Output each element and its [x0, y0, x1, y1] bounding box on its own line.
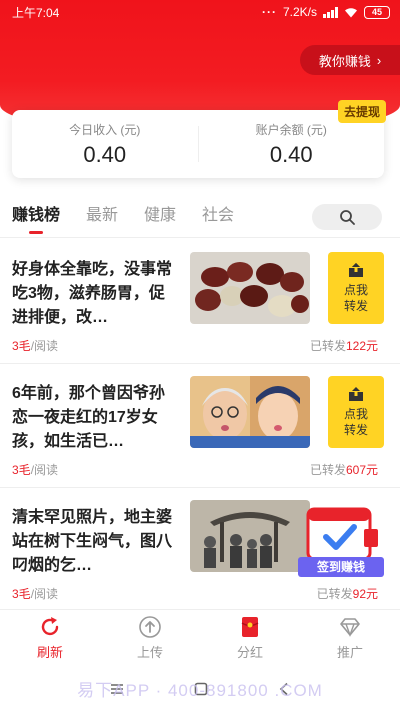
category-tabs: 赚钱榜 最新 健康 社会	[0, 196, 400, 238]
nav-refresh[interactable]: 刷新	[0, 610, 100, 665]
share-icon	[349, 263, 363, 277]
article-title: 好身体全靠吃，没事常吃3物，滋养肠胃，促进排便，改…	[12, 261, 173, 326]
nav-dividend-label: 分红	[236, 644, 263, 660]
article-item[interactable]: 6年前，那个曾因爷孙恋一夜走红的17岁女孩，如生活已… 3毛/阅读 点我 转发 …	[0, 364, 400, 488]
price-unit: /阅读	[30, 339, 59, 353]
article-thumbnail-old-photo	[190, 500, 310, 572]
sign-in-earn-badge[interactable]: 签到赚钱	[298, 503, 384, 577]
income-card: 今日收入 (元) 0.40 账户余额 (元) 0.40 去提现	[12, 100, 386, 178]
article-thumbnail-portrait	[190, 376, 310, 448]
tab-latest[interactable]: 最新	[86, 196, 118, 238]
account-balance-value: 0.40	[269, 141, 313, 167]
nav-upload[interactable]: 上传	[100, 610, 200, 665]
article-item[interactable]: 好身体全靠吃，没事常吃3物，滋养肠胃，促进排便，改… 3毛/阅读 点我 转发 已	[0, 240, 400, 364]
nav-promote[interactable]: 推广	[300, 610, 400, 665]
article-price: 3毛/阅读	[12, 461, 58, 478]
refresh-icon	[41, 616, 59, 635]
share-label-line2: 转发	[343, 423, 368, 437]
shares-value: 92元	[352, 587, 378, 601]
network-speed: 7.2K/s	[282, 5, 317, 19]
article-shares: 已转发92元	[317, 585, 378, 602]
bottom-navigation: 刷新 上传 分红 推广	[0, 609, 400, 665]
price-value: 3毛	[12, 587, 31, 601]
withdraw-button[interactable]: 去提现	[337, 100, 386, 123]
article-title: 6年前，那个曾因爷孙恋一夜走红的17岁女孩，如生活已…	[12, 385, 165, 450]
status-bar: 上午7:04 ··· 7.2K/s 45	[0, 0, 400, 24]
shares-prefix: 已转发	[309, 463, 346, 477]
nav-dividend[interactable]: 分红	[200, 610, 300, 665]
chevron-right-icon: ›	[376, 52, 382, 68]
search-icon	[340, 210, 355, 225]
price-unit: /阅读	[30, 463, 59, 477]
wifi-icon	[345, 7, 357, 17]
article-price: 3毛/阅读	[12, 337, 58, 354]
tab-health[interactable]: 健康	[144, 196, 176, 238]
share-label-line2: 转发	[343, 299, 368, 313]
today-income-label: 今日收入 (元)	[69, 122, 141, 137]
watermark: 易下APP · 400-891800 .COM	[77, 681, 323, 700]
teach-earn-button[interactable]: 教你赚钱 ›	[300, 45, 400, 75]
sign-in-earn-label: 签到赚钱	[298, 557, 384, 577]
signal-icon	[323, 6, 338, 18]
share-label-line1: 点我	[343, 407, 368, 421]
share-button[interactable]: 点我 转发	[328, 376, 384, 448]
shares-prefix: 已转发	[316, 587, 353, 601]
today-income-value: 0.40	[83, 141, 127, 167]
today-income: 今日收入 (元) 0.40	[12, 110, 198, 178]
account-balance: 账户余额 (元) 0.40	[197, 123, 385, 167]
shares-prefix: 已转发	[309, 339, 346, 353]
nav-promote-label: 推广	[336, 644, 363, 660]
share-icon	[349, 387, 363, 401]
price-value: 3毛	[12, 339, 31, 353]
diamond-icon	[340, 617, 360, 637]
price-value: 3毛	[12, 463, 31, 477]
status-dots: ···	[261, 5, 277, 19]
article-thumbnail-chestnuts	[190, 252, 310, 324]
red-envelope-icon	[241, 616, 259, 637]
status-time: 上午7:04	[12, 5, 60, 20]
article-title: 清末罕见照片，地主婆站在树下生闷气，图八叼烟的乞…	[12, 509, 173, 574]
upload-icon	[139, 615, 161, 638]
tab-society[interactable]: 社会	[202, 196, 234, 238]
shares-value: 607元	[345, 463, 378, 477]
status-indicators: ··· 7.2K/s 45	[262, 5, 390, 19]
article-price: 3毛/阅读	[12, 585, 58, 602]
tab-earn-ranking[interactable]: 赚钱榜	[12, 196, 60, 238]
share-button[interactable]: 点我 转发	[328, 252, 384, 324]
share-label-line1: 点我	[343, 283, 368, 297]
nav-upload-label: 上传	[136, 644, 163, 660]
article-shares: 已转发122元	[310, 337, 378, 354]
account-balance-label: 账户余额 (元)	[255, 122, 327, 137]
teach-earn-label: 教你赚钱	[318, 53, 371, 69]
article-shares: 已转发607元	[310, 461, 378, 478]
nav-refresh-label: 刷新	[36, 644, 63, 660]
search-button[interactable]	[312, 204, 382, 230]
shares-value: 122元	[345, 339, 378, 353]
battery-icon: 45	[364, 5, 390, 19]
price-unit: /阅读	[30, 587, 59, 601]
calendar-check-icon	[306, 507, 378, 561]
